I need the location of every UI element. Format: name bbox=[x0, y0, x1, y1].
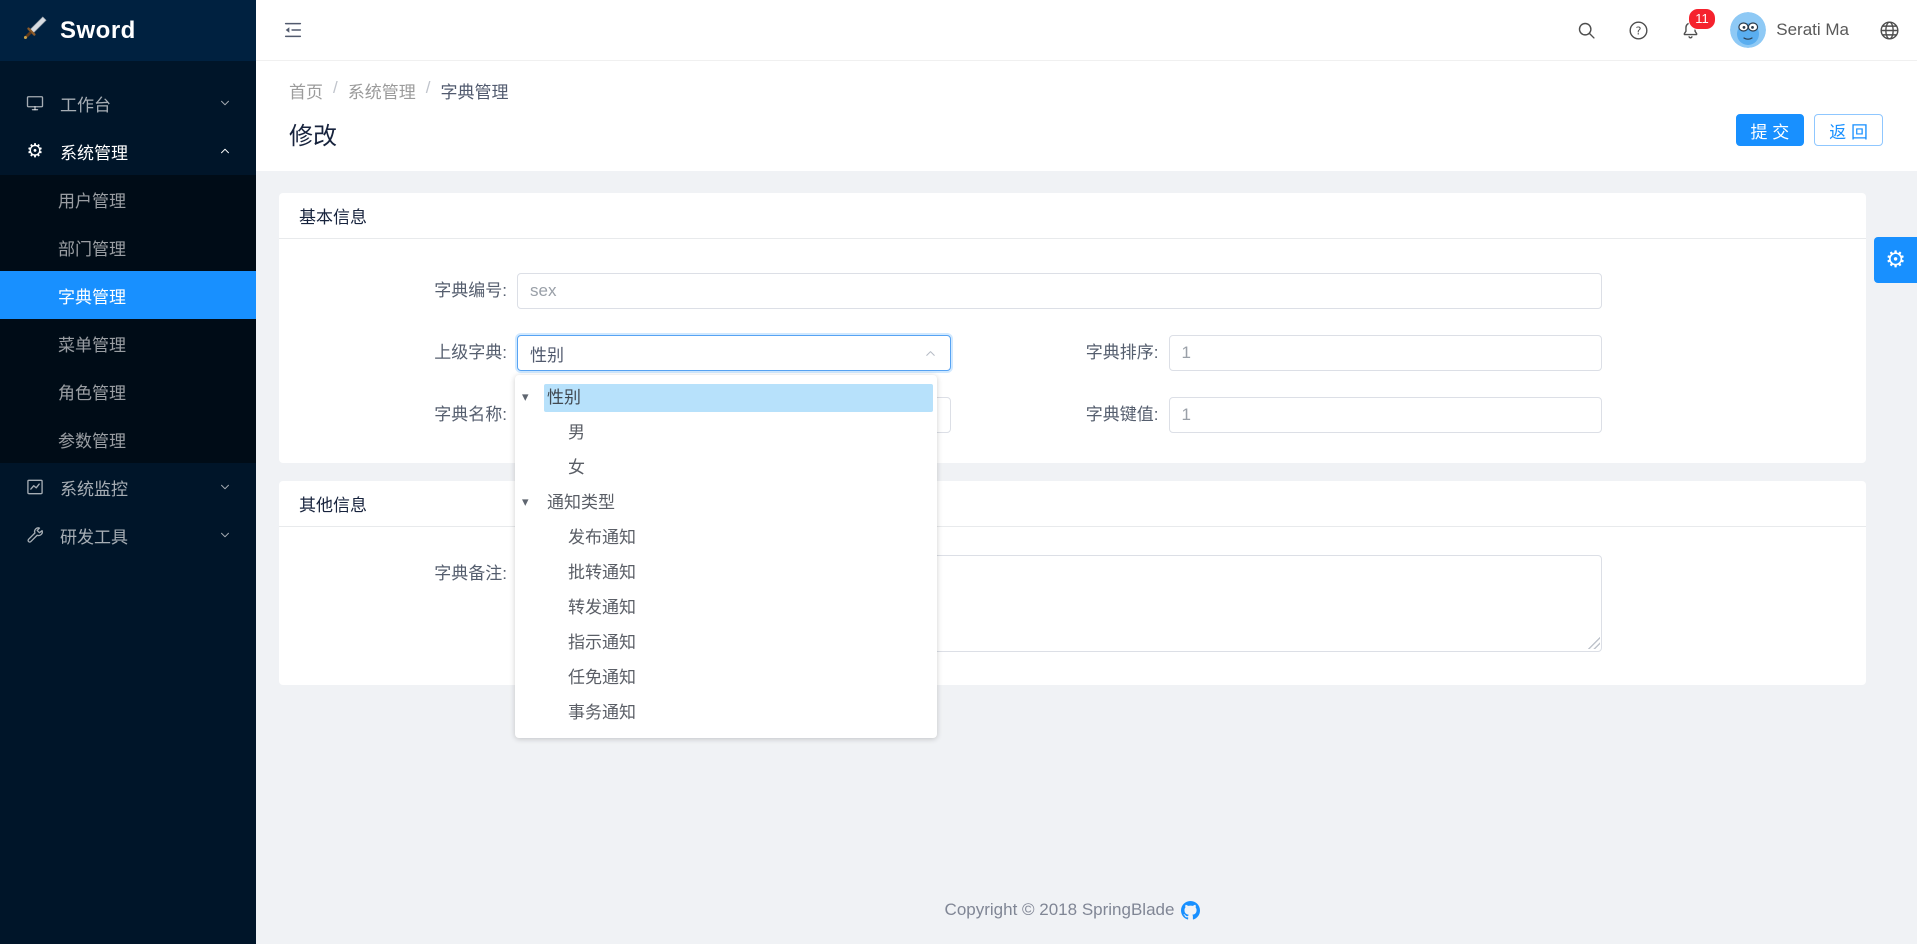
sidebar-item-label: 研发工具 bbox=[60, 523, 128, 548]
chevron-down-icon bbox=[218, 528, 232, 542]
menu-fold-icon[interactable] bbox=[280, 17, 306, 43]
form-row: 字典名称: 字典键值: bbox=[299, 397, 1602, 433]
sidebar-menu: 工作台 ⚙ 系统管理 用户管理 部门管理 bbox=[0, 61, 256, 559]
dict-key-item: 字典键值: bbox=[951, 397, 1603, 433]
gear-icon: ⚙ bbox=[24, 140, 46, 162]
parent-dict-item: 上级字典: 性别 bbox=[299, 335, 951, 371]
wrench-icon bbox=[24, 524, 46, 546]
copyright-text: Copyright © 2018 SpringBlade bbox=[945, 900, 1175, 920]
tree-node-forward-notice[interactable]: 转发通知 bbox=[515, 590, 937, 625]
breadcrumb-current: 字典管理 bbox=[440, 78, 508, 103]
form-row: 上级字典: 性别 bbox=[299, 335, 1602, 371]
tree-node-publish-notice[interactable]: 发布通知 bbox=[515, 520, 937, 555]
sidebar: Sword 工作台 ⚙ 系统管理 bbox=[0, 0, 256, 944]
parent-dict-select[interactable]: 性别 bbox=[517, 335, 951, 371]
topbar: ? 11 bbox=[256, 0, 1917, 61]
sidebar-item-workbench[interactable]: 工作台 bbox=[0, 79, 256, 127]
form-row: 字典编号: bbox=[299, 273, 1602, 309]
sidebar-item-system-management[interactable]: ⚙ 系统管理 bbox=[0, 127, 256, 175]
sidebar-item-dev-tools[interactable]: 研发工具 bbox=[0, 511, 256, 559]
main-area: ? 11 bbox=[256, 0, 1917, 944]
search-icon[interactable] bbox=[1574, 18, 1598, 42]
system-management-submenu: 用户管理 部门管理 字典管理 菜单管理 角色管理 参数管理 bbox=[0, 175, 256, 463]
chevron-up-icon bbox=[923, 346, 938, 361]
sidebar-item-label: 系统管理 bbox=[60, 139, 128, 164]
avatar bbox=[1730, 12, 1766, 48]
user-name: Serati Ma bbox=[1776, 20, 1849, 40]
chart-icon bbox=[24, 476, 46, 498]
language-globe-icon[interactable] bbox=[1877, 18, 1901, 42]
chevron-down-icon bbox=[218, 480, 232, 494]
tree-node-male[interactable]: 男 bbox=[515, 415, 937, 450]
parent-dict-label: 上级字典: bbox=[299, 335, 517, 371]
sidebar-item-dict-management[interactable]: 字典管理 bbox=[0, 271, 256, 319]
sidebar-item-label: 系统监控 bbox=[60, 475, 128, 500]
card-title: 基本信息 bbox=[279, 193, 1866, 239]
dict-sort-label: 字典排序: bbox=[951, 335, 1169, 371]
submit-button[interactable]: 提 交 bbox=[1736, 114, 1805, 146]
header-actions: 提 交 返 回 bbox=[1736, 114, 1883, 146]
dict-key-label: 字典键值: bbox=[951, 397, 1169, 433]
chevron-down-icon bbox=[218, 96, 232, 110]
notification-badge: 11 bbox=[1688, 8, 1716, 30]
tree-expand-icon[interactable]: ▾ bbox=[522, 495, 544, 510]
notifications-bell-icon[interactable]: 11 bbox=[1678, 18, 1702, 42]
sidebar-item-system-monitor[interactable]: 系统监控 bbox=[0, 463, 256, 511]
tree-node-instruct-notice[interactable]: 指示通知 bbox=[515, 625, 937, 660]
tree-node-approve-notice[interactable]: 批转通知 bbox=[515, 555, 937, 590]
sidebar-item-dept-management[interactable]: 部门管理 bbox=[0, 223, 256, 271]
sword-logo-icon bbox=[22, 15, 48, 46]
sidebar-item-param-management[interactable]: 参数管理 bbox=[0, 415, 256, 463]
topbar-right: ? 11 bbox=[1574, 12, 1901, 48]
user-menu[interactable]: Serati Ma bbox=[1730, 12, 1849, 48]
tree-node-sex[interactable]: ▾ 性别 bbox=[515, 380, 937, 415]
sidebar-item-role-management[interactable]: 角色管理 bbox=[0, 367, 256, 415]
dict-code-item: 字典编号: bbox=[299, 273, 1602, 309]
sidebar-item-menu-management[interactable]: 菜单管理 bbox=[0, 319, 256, 367]
breadcrumb-separator: / bbox=[426, 78, 431, 103]
dict-sort-item: 字典排序: bbox=[951, 335, 1603, 371]
basic-info-form: 字典编号: 上级字典: 性别 bbox=[279, 239, 1866, 463]
breadcrumb: 首页 / 系统管理 / 字典管理 bbox=[289, 78, 1883, 103]
monitor-icon bbox=[24, 92, 46, 114]
basic-info-card: 基本信息 字典编号: 上级字典: bbox=[279, 193, 1866, 463]
page-header: 首页 / 系统管理 / 字典管理 修改 提 交 返 回 bbox=[256, 61, 1917, 171]
theme-settings-button[interactable]: ⚙ bbox=[1874, 237, 1917, 283]
page-title: 修改 bbox=[289, 116, 1883, 151]
dict-remark-item: 字典备注: bbox=[299, 555, 1602, 652]
tree-node-female[interactable]: 女 bbox=[515, 450, 937, 485]
dict-remark-label: 字典备注: bbox=[299, 555, 517, 652]
dict-code-input[interactable] bbox=[517, 273, 1602, 309]
parent-dict-dropdown: ▾ 性别 男 女 bbox=[515, 375, 937, 738]
back-button[interactable]: 返 回 bbox=[1814, 114, 1883, 146]
github-icon[interactable] bbox=[1181, 901, 1200, 920]
content: 基本信息 字典编号: 上级字典: bbox=[256, 171, 1917, 944]
logo-text: Sword bbox=[60, 17, 136, 45]
dict-sort-input[interactable] bbox=[1169, 335, 1603, 371]
tree-node-notice-type[interactable]: ▾ 通知类型 bbox=[515, 485, 937, 520]
help-icon[interactable]: ? bbox=[1626, 18, 1650, 42]
dict-code-label: 字典编号: bbox=[299, 273, 517, 309]
gear-icon: ⚙ bbox=[1885, 249, 1906, 272]
breadcrumb-system-management[interactable]: 系统管理 bbox=[348, 78, 416, 103]
logo[interactable]: Sword bbox=[0, 0, 256, 61]
dict-name-label: 字典名称: bbox=[299, 397, 517, 433]
breadcrumb-separator: / bbox=[333, 78, 338, 103]
form-row: 字典备注: bbox=[299, 555, 1602, 652]
dict-key-input[interactable] bbox=[1169, 397, 1603, 433]
tree-node-affair-notice[interactable]: 事务通知 bbox=[515, 695, 937, 730]
tree-expand-icon[interactable]: ▾ bbox=[522, 390, 544, 405]
breadcrumb-home[interactable]: 首页 bbox=[289, 78, 323, 103]
sidebar-item-label: 工作台 bbox=[60, 91, 111, 116]
tree-node-appointment-notice[interactable]: 任免通知 bbox=[515, 660, 937, 695]
footer: Copyright © 2018 SpringBlade bbox=[279, 890, 1866, 934]
app-root: Sword 工作台 ⚙ 系统管理 bbox=[0, 0, 1917, 944]
parent-dict-select-value: 性别 bbox=[530, 341, 564, 366]
chevron-up-icon bbox=[218, 144, 232, 158]
svg-text:?: ? bbox=[1635, 24, 1641, 37]
sidebar-item-user-management[interactable]: 用户管理 bbox=[0, 175, 256, 223]
